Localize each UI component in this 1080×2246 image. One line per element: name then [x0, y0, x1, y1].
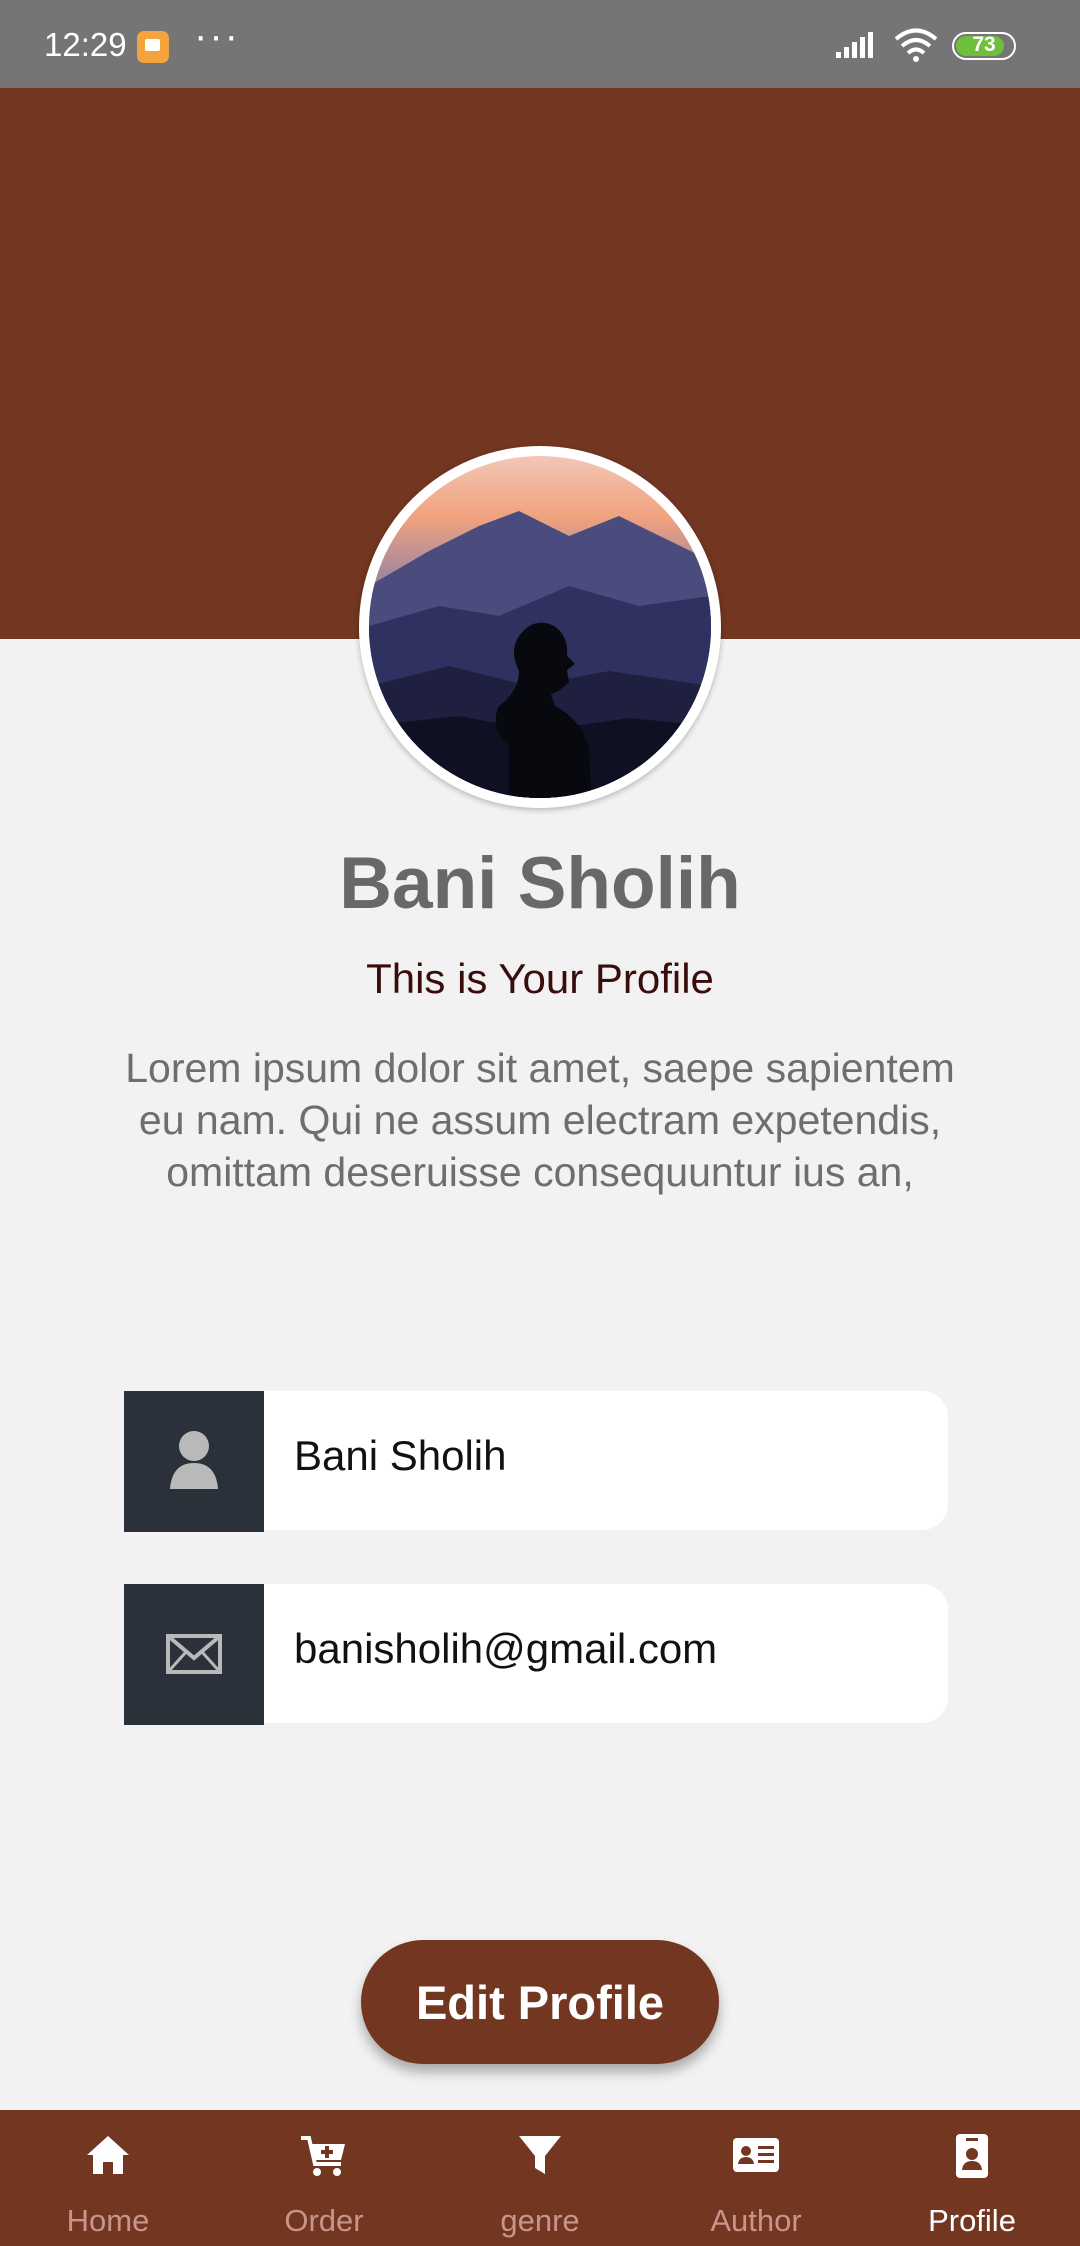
- user-icon-box: [124, 1391, 264, 1532]
- nav-label: Order: [284, 2203, 364, 2238]
- nav-label: genre: [500, 2203, 580, 2238]
- name-field[interactable]: Bani Sholih: [264, 1391, 948, 1530]
- email-value: banisholih@gmail.com: [294, 1625, 718, 1672]
- profile-subtitle: This is Your Profile: [366, 955, 714, 1002]
- nav-item-profile[interactable]: Profile: [864, 2110, 1080, 2246]
- avatar-image: [369, 456, 711, 798]
- name-value: Bani Sholih: [294, 1432, 507, 1479]
- notification-icon: [137, 31, 169, 63]
- edit-profile-button[interactable]: Edit Profile: [361, 1940, 719, 2064]
- description-line: Lorem ipsum dolor sit amet, saepe sapien…: [125, 1045, 955, 1091]
- bottom-navigation: Home Order genre Author Profile: [0, 2110, 1080, 2246]
- filter-icon: [519, 2136, 561, 2174]
- description-line: eu nam. Qui ne assum electram expetendis…: [138, 1097, 942, 1143]
- id-card-icon: [733, 2138, 779, 2172]
- battery-level: 73: [972, 33, 996, 56]
- profile-name: Bani Sholih: [339, 843, 741, 924]
- nav-item-author[interactable]: Author: [648, 2110, 864, 2246]
- mail-icon: [166, 1634, 222, 1674]
- nav-label: Profile: [928, 2203, 1016, 2238]
- user-icon: [170, 1431, 218, 1489]
- badge-icon: [956, 2134, 988, 2178]
- profile-description: Lorem ipsum dolor sit amet, saepe sapien…: [80, 1042, 1000, 1198]
- description-line: omittam deseruisse consequuntur ius an,: [166, 1149, 914, 1195]
- nav-label: Home: [66, 2203, 150, 2238]
- name-field-row: Bani Sholih: [124, 1391, 948, 1532]
- battery-icon: 73: [952, 32, 1016, 60]
- signal-icon: [836, 32, 873, 58]
- avatar: [359, 446, 721, 808]
- mail-icon-box: [124, 1584, 264, 1725]
- status-bar: 12:29 ··· 73: [0, 0, 1080, 88]
- nav-item-order[interactable]: Order: [216, 2110, 432, 2246]
- nav-item-home[interactable]: Home: [0, 2110, 216, 2246]
- home-icon: [87, 2136, 129, 2174]
- nav-label: Author: [710, 2203, 802, 2238]
- status-time: 12:29: [44, 26, 127, 63]
- cart-add-icon: [301, 2136, 345, 2176]
- more-dots-icon: ···: [194, 14, 240, 58]
- wifi-icon: [894, 28, 938, 62]
- nav-item-genre[interactable]: genre: [432, 2110, 648, 2246]
- email-field[interactable]: banisholih@gmail.com: [264, 1584, 948, 1723]
- email-field-row: banisholih@gmail.com: [124, 1584, 948, 1725]
